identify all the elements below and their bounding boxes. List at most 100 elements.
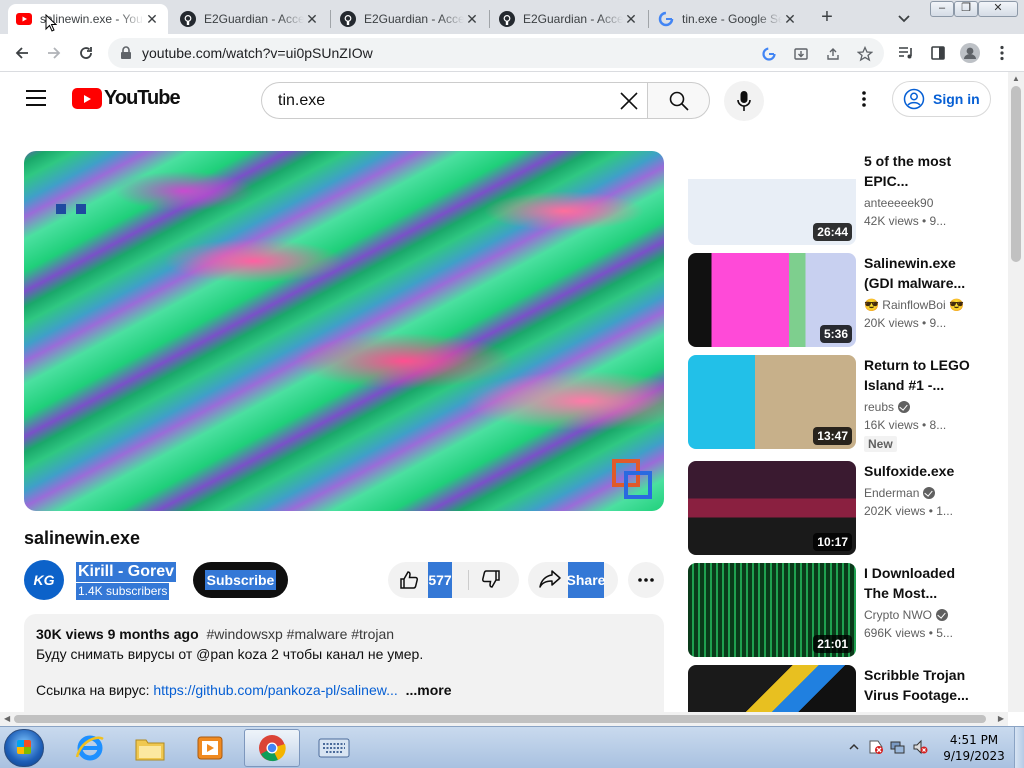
recommendation-item[interactable]: 26:44 5 of the most EPIC... anteeeeek90 … xyxy=(688,151,988,245)
new-tab-button[interactable]: + xyxy=(814,6,840,30)
tab-e2guardian-2[interactable]: E2Guardian - Access Denied ✕ xyxy=(332,4,488,34)
horizontal-scrollbar[interactable]: ◀ ▶ xyxy=(0,712,1008,726)
network-icon[interactable] xyxy=(890,739,906,755)
taskbar-clock[interactable]: 4:51 PM 9/19/2023 xyxy=(942,732,1006,764)
recommendation-title[interactable]: Salinewin.exe (GDI malware... xyxy=(864,253,976,293)
clock-date: 9/19/2023 xyxy=(943,749,1005,763)
scroll-left-arrow-icon[interactable]: ◀ xyxy=(4,714,10,723)
video-thumbnail[interactable]: 10:17 xyxy=(688,461,856,555)
minimize-button[interactable]: – xyxy=(930,1,954,17)
like-dislike-group: 577 xyxy=(388,562,519,598)
video-thumbnail[interactable]: 26:44 xyxy=(688,151,856,245)
recommendation-channel[interactable]: Crypto NWO xyxy=(864,606,932,624)
recommendation-item[interactable]: 5:36 Salinewin.exe (GDI malware... 😎 Rai… xyxy=(688,253,988,347)
tab-close-icon[interactable]: ✕ xyxy=(304,11,320,27)
dislike-button[interactable] xyxy=(480,568,502,595)
chrome-taskbar-icon[interactable] xyxy=(244,729,300,767)
recommendation-channel[interactable]: Enderman xyxy=(864,484,919,502)
settings-more-icon[interactable] xyxy=(852,87,876,111)
video-thumbnail[interactable]: 13:47 xyxy=(688,355,856,449)
tab-e2guardian-3[interactable]: E2Guardian - Access Denied ✕ xyxy=(491,4,647,34)
show-hidden-icons-icon[interactable] xyxy=(846,739,862,755)
media-controls-icon[interactable] xyxy=(894,41,918,65)
close-window-button[interactable]: ✕ xyxy=(978,1,1018,17)
tab-e2guardian-1[interactable]: E2Guardian - Access Denied ✕ xyxy=(172,4,328,34)
tab-separator xyxy=(648,10,649,28)
recommendation-title[interactable]: Return to LEGO Island #1 -... xyxy=(864,355,976,395)
internet-explorer-icon[interactable] xyxy=(62,729,118,767)
reload-button[interactable] xyxy=(74,41,98,65)
channel-watermark-icon[interactable] xyxy=(612,459,652,499)
file-explorer-icon[interactable] xyxy=(122,729,178,767)
search-input[interactable]: tin.exe xyxy=(261,82,647,119)
scrollbar-thumb[interactable] xyxy=(14,715,986,723)
tab-search-chevron-icon[interactable] xyxy=(893,8,915,28)
more-actions-button[interactable] xyxy=(628,562,664,598)
like-button[interactable] xyxy=(398,568,420,592)
recommendation-channel[interactable]: anteeeeek90 xyxy=(864,194,976,212)
restore-button[interactable]: ❐ xyxy=(954,1,978,17)
tab-close-icon[interactable]: ✕ xyxy=(464,11,480,27)
side-panel-icon[interactable] xyxy=(926,41,950,65)
hashtags[interactable]: #windowsxp #malware #trojan xyxy=(207,626,395,642)
tab-close-icon[interactable]: ✕ xyxy=(782,11,798,27)
show-more-button[interactable]: ...more xyxy=(406,682,452,698)
on-screen-keyboard-icon[interactable] xyxy=(306,729,362,767)
tab-close-icon[interactable]: ✕ xyxy=(144,11,160,27)
start-button[interactable] xyxy=(4,729,44,767)
tab-google-search[interactable]: tin.exe - Google Search ✕ xyxy=(650,4,806,34)
youtube-logo[interactable]: YouTube xyxy=(72,87,181,110)
like-count[interactable]: 577 xyxy=(428,562,452,598)
profile-avatar-icon[interactable] xyxy=(958,41,982,65)
video-thumbnail[interactable]: 5:36 xyxy=(688,253,856,347)
video-player[interactable] xyxy=(24,151,664,511)
address-bar[interactable]: youtube.com/watch?v=ui0pSUnZIOw xyxy=(108,38,884,68)
share-button[interactable]: Share xyxy=(528,562,618,598)
video-description[interactable]: 30K views 9 months ago #windowsxp #malwa… xyxy=(24,614,664,712)
google-lens-icon[interactable] xyxy=(760,45,778,63)
recommendation-channel-row: reubs xyxy=(864,398,976,416)
chrome-menu-icon[interactable] xyxy=(990,41,1014,65)
video-thumbnail[interactable]: 21:01 xyxy=(688,563,856,657)
recommendation-info: Scribble Trojan Virus Footage... xyxy=(864,665,976,705)
tab-close-icon[interactable]: ✕ xyxy=(623,11,639,27)
clear-search-icon[interactable] xyxy=(617,89,641,113)
github-link[interactable]: https://github.com/pankoza-pl/salinew... xyxy=(153,682,397,698)
recommendation-title[interactable]: 5 of the most EPIC... xyxy=(864,151,976,191)
channel-name[interactable]: Kirill - Gorev xyxy=(76,562,177,582)
scroll-up-arrow-icon[interactable]: ▲ xyxy=(1012,74,1020,83)
media-player-icon[interactable] xyxy=(182,729,238,767)
sign-in-button[interactable]: Sign in xyxy=(892,81,991,117)
recommendation-item[interactable]: 10:17 Sulfoxide.exe Enderman 202K views … xyxy=(688,461,988,555)
duration-badge: 10:17 xyxy=(813,533,852,551)
recommendation-title[interactable]: Sulfoxide.exe xyxy=(864,461,976,481)
bookmark-star-icon[interactable] xyxy=(856,45,874,63)
scrollbar-thumb[interactable] xyxy=(1011,86,1021,262)
volume-muted-icon[interactable] xyxy=(912,739,928,755)
desktop-icons xyxy=(56,201,96,219)
forward-button[interactable] xyxy=(42,41,66,65)
tab-youtube[interactable]: salinewin.exe - YouTube ✕ xyxy=(8,4,168,34)
recommendation-channel[interactable]: 😎 RainflowBoi 😎 xyxy=(864,296,976,314)
back-button[interactable] xyxy=(10,41,34,65)
menu-icon[interactable] xyxy=(26,90,46,106)
channel-avatar[interactable]: KG xyxy=(24,560,64,600)
recommendation-item[interactable]: Scribble Trojan Virus Footage... xyxy=(688,665,988,712)
share-page-icon[interactable] xyxy=(824,45,842,63)
show-desktop-button[interactable] xyxy=(1014,727,1024,768)
recommendation-channel[interactable]: reubs xyxy=(864,398,894,416)
recommendation-title[interactable]: I Downloaded The Most... xyxy=(864,563,976,603)
video-thumbnail[interactable] xyxy=(688,665,856,712)
subscribe-button[interactable]: Subscribe xyxy=(193,562,288,598)
search-button[interactable] xyxy=(647,82,710,119)
voice-search-button[interactable] xyxy=(724,81,764,121)
scroll-right-arrow-icon[interactable]: ▶ xyxy=(998,714,1004,723)
recommendation-item[interactable]: 13:47 Return to LEGO Island #1 -... reub… xyxy=(688,355,988,452)
recommendation-item[interactable]: 21:01 I Downloaded The Most... Crypto NW… xyxy=(688,563,988,657)
video-title: salinewin.exe xyxy=(24,528,141,548)
install-app-icon[interactable] xyxy=(792,45,810,63)
recommendation-title[interactable]: Scribble Trojan Virus Footage... xyxy=(864,665,976,705)
action-center-alert-icon[interactable] xyxy=(868,739,884,755)
lock-icon[interactable] xyxy=(120,46,132,65)
vertical-scrollbar[interactable]: ▲ xyxy=(1008,72,1024,712)
